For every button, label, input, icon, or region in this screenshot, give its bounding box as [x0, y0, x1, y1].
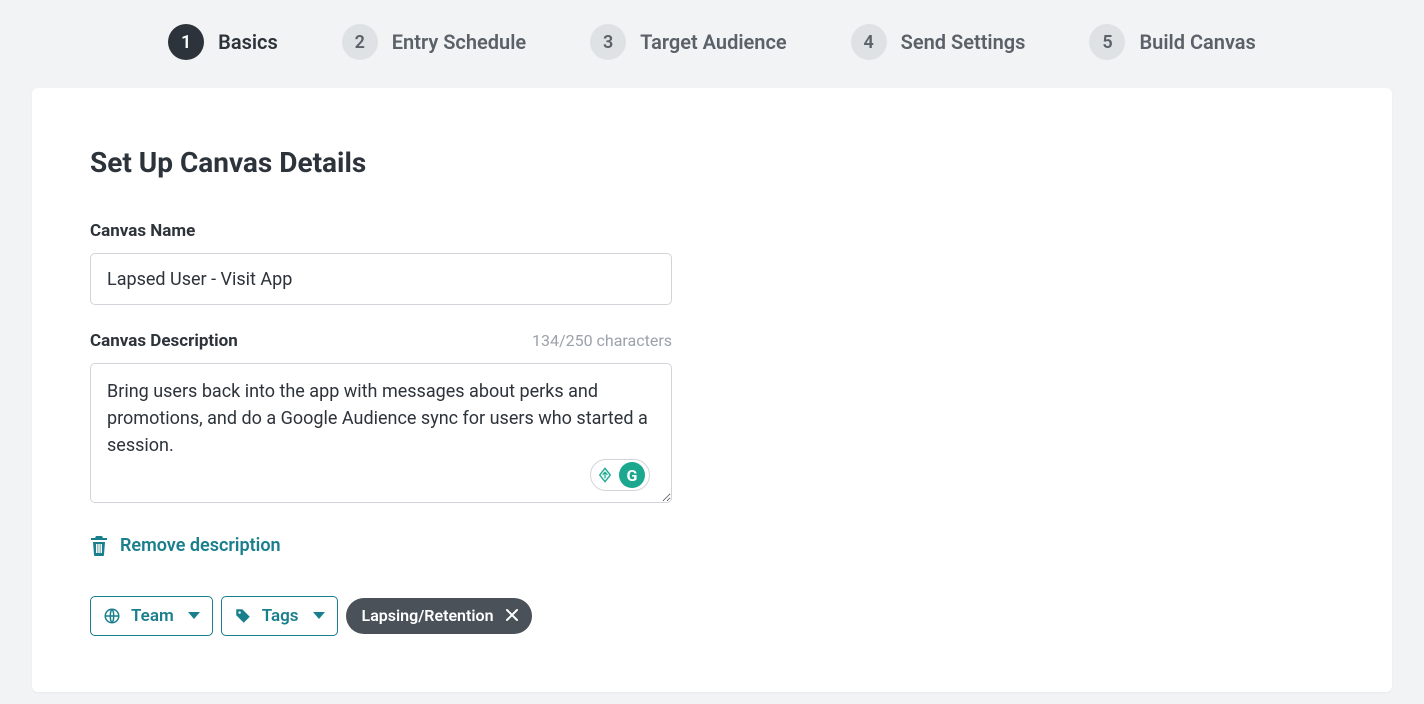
page-title: Set Up Canvas Details: [90, 146, 1334, 179]
tags-dropdown[interactable]: Tags: [221, 596, 338, 636]
applied-tag: Lapsing/Retention: [346, 598, 532, 634]
character-counter: 134/250 characters: [532, 331, 672, 350]
canvas-description-label: Canvas Description: [90, 331, 238, 351]
step-label: Basics: [218, 30, 278, 54]
canvas-name-label: Canvas Name: [90, 221, 672, 241]
wizard-stepper: 1 Basics 2 Entry Schedule 3 Target Audie…: [0, 0, 1424, 88]
step-number: 5: [1089, 24, 1125, 60]
chevron-down-icon: [188, 612, 200, 619]
step-label: Build Canvas: [1139, 30, 1255, 54]
chevron-down-icon: [313, 612, 325, 619]
globe-icon: [103, 607, 121, 625]
step-target-audience[interactable]: 3 Target Audience: [590, 24, 786, 60]
remove-description-label: Remove description: [120, 535, 281, 556]
applied-tag-label: Lapsing/Retention: [362, 606, 494, 625]
remove-tag-button[interactable]: [506, 608, 518, 624]
tag-icon: [234, 607, 252, 625]
canvas-description-textarea[interactable]: [90, 363, 672, 503]
grammarly-widget[interactable]: G: [590, 459, 650, 491]
grammarly-icon: G: [619, 462, 645, 488]
team-dropdown[interactable]: Team: [90, 596, 213, 636]
step-entry-schedule[interactable]: 2 Entry Schedule: [342, 24, 526, 60]
canvas-name-input[interactable]: [90, 253, 672, 305]
tag-chip-row: Team Tags Lapsing/Retention: [90, 596, 672, 636]
trash-icon: [90, 536, 108, 556]
step-number: 3: [590, 24, 626, 60]
step-label: Send Settings: [901, 30, 1026, 54]
step-number: 1: [168, 24, 204, 60]
canvas-form: Canvas Name Canvas Description 134/250 c…: [90, 221, 672, 636]
step-build-canvas[interactable]: 5 Build Canvas: [1089, 24, 1255, 60]
step-send-settings[interactable]: 4 Send Settings: [851, 24, 1026, 60]
step-label: Target Audience: [640, 30, 786, 54]
grammarly-premium-icon: [595, 465, 615, 485]
step-label: Entry Schedule: [392, 30, 526, 54]
step-basics[interactable]: 1 Basics: [168, 24, 278, 60]
step-number: 2: [342, 24, 378, 60]
canvas-details-card: Set Up Canvas Details Canvas Name Canvas…: [32, 88, 1392, 692]
step-number: 4: [851, 24, 887, 60]
remove-description-button[interactable]: Remove description: [90, 535, 281, 556]
team-dropdown-label: Team: [131, 606, 174, 626]
close-icon: [506, 609, 518, 621]
tags-dropdown-label: Tags: [262, 606, 299, 626]
